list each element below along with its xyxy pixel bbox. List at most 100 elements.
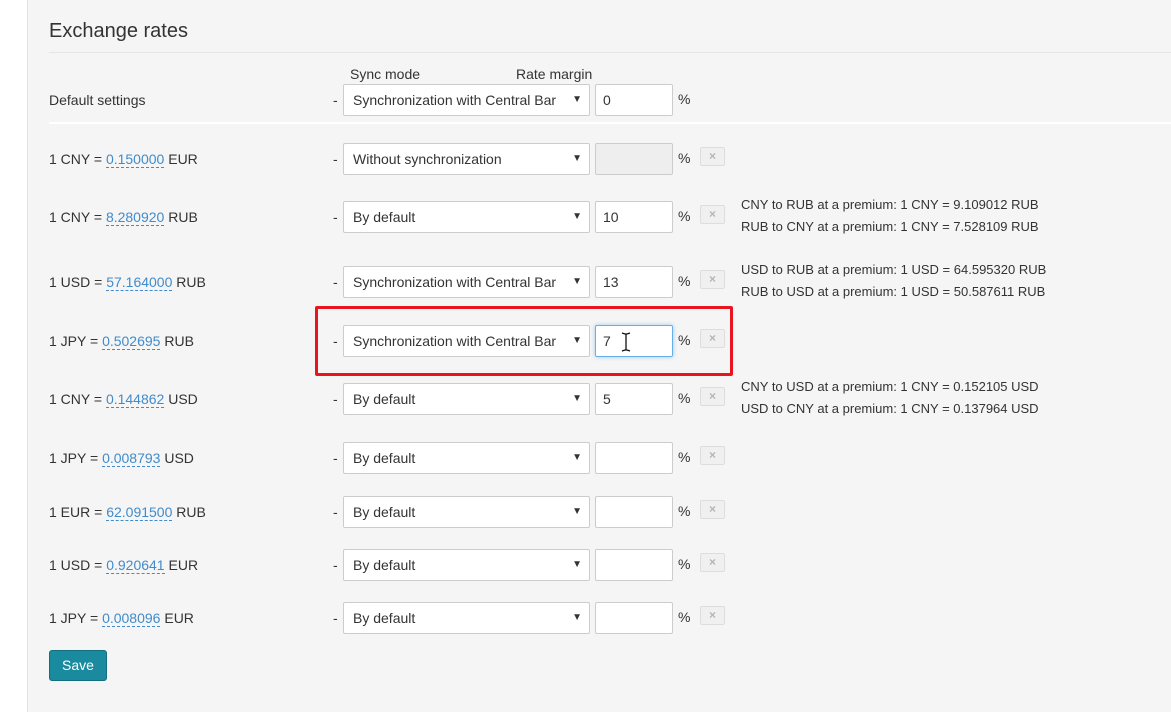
sync-mode-select[interactable]: By default ▼ xyxy=(343,383,590,415)
close-icon[interactable]: × xyxy=(700,387,725,406)
select-value: Without synchronization xyxy=(353,151,502,167)
column-header-sync-mode: Sync mode xyxy=(350,66,421,82)
row-dash: - xyxy=(333,274,338,290)
premium-info: CNY to USD at a premium: 1 CNY = 0.15210… xyxy=(741,376,1039,420)
rate-margin-input[interactable] xyxy=(595,442,673,474)
close-icon[interactable]: × xyxy=(700,147,725,166)
row-dash: - xyxy=(333,151,338,167)
rate-prefix: 1 CNY = xyxy=(49,209,103,225)
column-header-rate-margin: Rate margin xyxy=(516,66,593,82)
highlight-box xyxy=(315,306,733,376)
sync-mode-select[interactable]: Synchronization with Central Bar ▼ xyxy=(343,266,590,298)
rate-target-currency: USD xyxy=(164,450,194,466)
sync-mode-select[interactable]: By default ▼ xyxy=(343,602,590,634)
rate-value-link[interactable]: 0.008793 xyxy=(102,450,161,467)
rate-label: 1 USD = 0.920641 EUR xyxy=(49,557,199,574)
rate-row: 1 JPY = 0.008096 EUR - By default ▼% × xyxy=(0,602,1171,636)
percent-unit: % xyxy=(678,609,691,625)
percent-unit: % xyxy=(678,556,691,572)
chevron-down-icon: ▼ xyxy=(572,612,582,623)
rate-target-currency: RUB xyxy=(176,274,206,290)
chevron-down-icon: ▼ xyxy=(572,211,582,222)
rate-value-link[interactable]: 0.150000 xyxy=(105,151,165,168)
close-icon[interactable]: × xyxy=(700,270,725,289)
default-sync-mode-select[interactable]: Synchronization with Central Bar ▼ xyxy=(343,84,590,116)
close-icon[interactable]: × xyxy=(700,606,725,625)
rate-target-currency: EUR xyxy=(168,557,199,573)
rate-prefix: 1 JPY = xyxy=(49,610,99,626)
rate-label: 1 EUR = 62.091500 RUB xyxy=(49,504,206,521)
rate-margin-input[interactable] xyxy=(595,496,673,528)
sync-mode-select[interactable]: By default ▼ xyxy=(343,442,590,474)
chevron-down-icon: ▼ xyxy=(572,452,582,463)
premium-info-line: RUB to CNY at a premium: 1 CNY = 7.52810… xyxy=(741,219,1039,234)
rate-label: 1 CNY = 0.150000 EUR xyxy=(49,151,198,168)
rate-prefix: 1 CNY = xyxy=(49,151,103,167)
rate-margin-input[interactable] xyxy=(595,549,673,581)
rate-prefix: 1 JPY = xyxy=(49,333,99,349)
chevron-down-icon: ▼ xyxy=(572,506,582,517)
rate-prefix: 1 EUR = xyxy=(49,504,103,520)
rate-prefix: 1 USD = xyxy=(49,557,103,573)
rate-label: 1 JPY = 0.008096 EUR xyxy=(49,610,194,627)
select-value: By default xyxy=(353,557,416,573)
percent-unit: % xyxy=(678,449,691,465)
default-settings-row: Default settings - Synchronization with … xyxy=(0,84,1171,118)
rate-label: 1 USD = 57.164000 RUB xyxy=(49,274,206,291)
sync-mode-select[interactable]: By default ▼ xyxy=(343,201,590,233)
premium-info-line: CNY to RUB at a premium: 1 CNY = 9.10901… xyxy=(741,197,1039,212)
close-icon[interactable]: × xyxy=(700,205,725,224)
rate-label: 1 JPY = 0.502695 RUB xyxy=(49,333,194,350)
premium-info-line: USD to CNY at a premium: 1 CNY = 0.13796… xyxy=(741,401,1039,416)
rate-value-link[interactable]: 0.008096 xyxy=(102,610,161,627)
select-value: Synchronization with Central Bar xyxy=(353,274,557,290)
rate-value-link[interactable]: 57.164000 xyxy=(106,274,173,291)
select-value: By default xyxy=(353,610,416,626)
close-icon[interactable]: × xyxy=(700,500,725,519)
title-divider xyxy=(49,52,1171,53)
sync-mode-select[interactable]: Without synchronization ▼ xyxy=(343,143,590,175)
rate-row: 1 USD = 0.920641 EUR - By default ▼% × xyxy=(0,549,1171,583)
chevron-down-icon: ▼ xyxy=(572,559,582,570)
row-dash: - xyxy=(333,92,338,108)
chevron-down-icon: ▼ xyxy=(572,94,582,105)
select-value: By default xyxy=(353,209,416,225)
rate-value-link[interactable]: 8.280920 xyxy=(105,209,165,226)
rate-margin-input[interactable] xyxy=(595,201,673,233)
rate-target-currency: RUB xyxy=(176,504,206,520)
rate-value-link[interactable]: 0.920641 xyxy=(106,557,165,574)
sync-mode-select[interactable]: By default ▼ xyxy=(343,496,590,528)
close-icon[interactable]: × xyxy=(700,446,725,465)
percent-unit: % xyxy=(678,208,691,224)
select-value: By default xyxy=(353,391,416,407)
rate-margin-input[interactable] xyxy=(595,143,673,175)
rate-row: 1 EUR = 62.091500 RUB - By default ▼% × xyxy=(0,496,1171,530)
rate-margin-input[interactable] xyxy=(595,383,673,415)
select-value: By default xyxy=(353,504,416,520)
sync-mode-select[interactable]: By default ▼ xyxy=(343,549,590,581)
chevron-down-icon: ▼ xyxy=(572,276,582,287)
rate-row: 1 CNY = 0.150000 EUR - Without synchroniza… xyxy=(0,143,1171,177)
rate-target-currency: RUB xyxy=(164,333,194,349)
row-dash: - xyxy=(333,610,338,626)
rate-target-currency: EUR xyxy=(168,151,198,167)
save-button[interactable]: Save xyxy=(49,650,107,681)
rate-target-currency: EUR xyxy=(164,610,194,626)
rate-value-link[interactable]: 62.091500 xyxy=(106,504,173,521)
rate-margin-input[interactable] xyxy=(595,266,673,298)
default-margin-input[interactable] xyxy=(595,84,673,116)
percent-unit: % xyxy=(678,273,691,289)
chevron-down-icon: ▼ xyxy=(572,153,582,164)
rate-margin-input[interactable] xyxy=(595,602,673,634)
premium-info-line: USD to RUB at a premium: 1 USD = 64.5953… xyxy=(741,262,1047,277)
rate-value-link[interactable]: 0.502695 xyxy=(102,333,161,350)
rate-value-link[interactable]: 0.144862 xyxy=(105,391,165,408)
rate-label: 1 CNY = 8.280920 RUB xyxy=(49,209,198,226)
premium-info-line: CNY to USD at a premium: 1 CNY = 0.15210… xyxy=(741,379,1039,394)
close-icon[interactable]: × xyxy=(700,553,725,572)
text-cursor-icon xyxy=(621,332,631,352)
rate-prefix: 1 CNY = xyxy=(49,391,103,407)
row-dash: - xyxy=(333,504,338,520)
default-settings-label: Default settings xyxy=(49,92,146,108)
percent-unit: % xyxy=(678,390,691,406)
